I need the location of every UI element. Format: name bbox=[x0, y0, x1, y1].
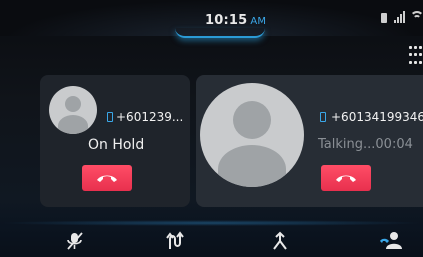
active-contact-avatar bbox=[200, 83, 304, 187]
active-number: +60134199346 bbox=[331, 110, 423, 124]
in-call-screen: 10:15 AM +601239... On Hold +60134199346 … bbox=[0, 0, 423, 257]
mobile-phone-icon bbox=[320, 112, 326, 122]
merge-calls-icon[interactable] bbox=[270, 231, 290, 251]
signal-icon bbox=[394, 11, 405, 23]
dialpad-icon[interactable] bbox=[409, 46, 423, 66]
mute-icon[interactable] bbox=[65, 231, 85, 251]
on-hold-status: On Hold bbox=[88, 137, 145, 153]
active-call-status: Talking...00:04 bbox=[318, 137, 413, 152]
clock-ampm: AM bbox=[250, 16, 267, 27]
battery-icon bbox=[381, 13, 387, 23]
on-hold-number: +601239... bbox=[116, 110, 184, 124]
clock: 10:15 AM bbox=[205, 13, 266, 28]
wifi-icon bbox=[410, 9, 423, 23]
toolbar-glow bbox=[0, 220, 423, 226]
call-toolbar bbox=[0, 220, 423, 257]
swap-calls-icon[interactable] bbox=[166, 231, 188, 251]
end-call-icon bbox=[97, 175, 117, 182]
end-active-call-button[interactable] bbox=[321, 165, 371, 191]
mobile-phone-icon bbox=[107, 112, 113, 122]
clock-time: 10:15 bbox=[205, 13, 248, 28]
header-accent-arc bbox=[175, 28, 265, 38]
transfer-to-phone-icon[interactable] bbox=[378, 231, 406, 251]
end-call-icon bbox=[336, 175, 356, 182]
on-hold-contact-avatar bbox=[49, 86, 97, 134]
status-bar: 10:15 AM bbox=[0, 0, 423, 38]
end-on-hold-call-button[interactable] bbox=[82, 165, 132, 191]
